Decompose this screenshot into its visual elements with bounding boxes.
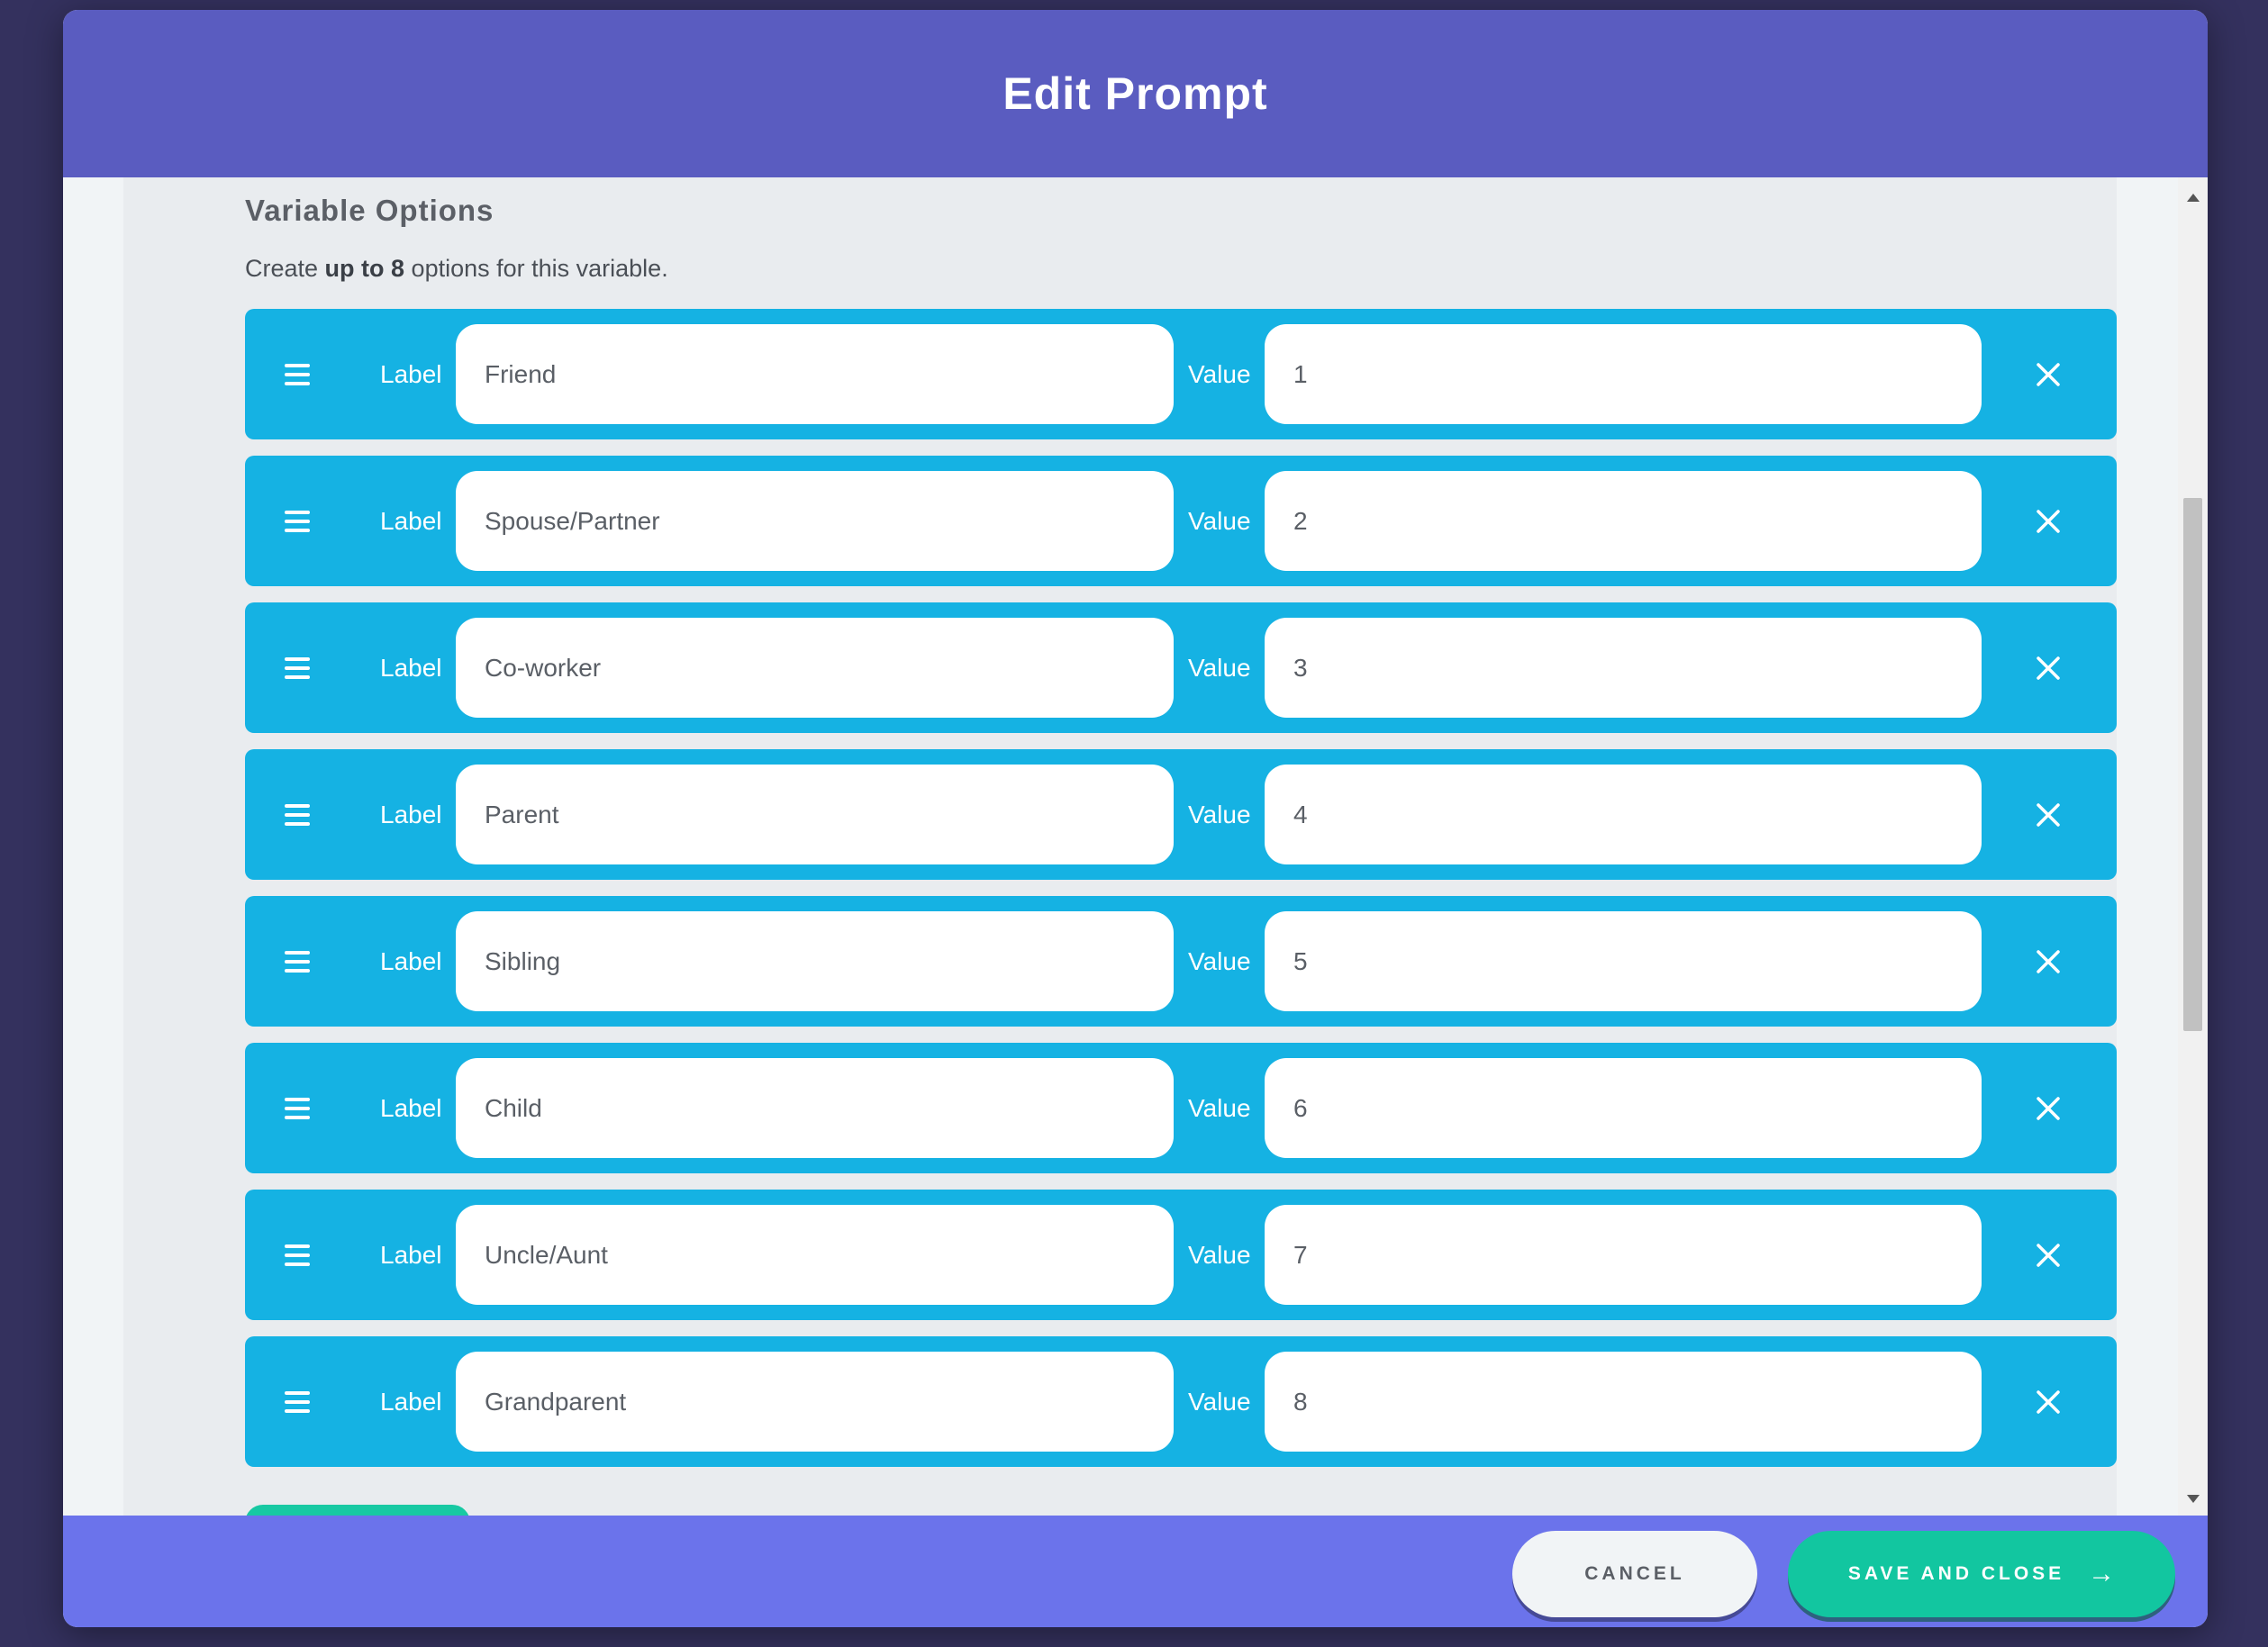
drag-handle-icon[interactable]	[285, 1097, 310, 1119]
option-value-input[interactable]	[1265, 324, 1982, 424]
option-value-input[interactable]	[1265, 1352, 1982, 1452]
scroll-up-icon[interactable]	[2187, 194, 2200, 202]
label-caption: Label	[380, 946, 442, 975]
close-icon	[2037, 802, 2060, 827]
remove-option-button[interactable]	[2028, 942, 2068, 982]
option-value-input[interactable]	[1265, 911, 1982, 1011]
modal-body[interactable]: Variable Options Create up to 8 options …	[63, 177, 2208, 1516]
cancel-button[interactable]: CANCEL	[1512, 1531, 1757, 1617]
cancel-button-label: CANCEL	[1584, 1563, 1685, 1584]
save-and-close-button[interactable]: SAVE AND CLOSE →	[1788, 1531, 2175, 1617]
value-caption: Value	[1188, 359, 1251, 388]
modal-title: Edit Prompt	[1002, 68, 1268, 119]
remove-option-button[interactable]	[2028, 1235, 2068, 1275]
remove-option-button[interactable]	[2028, 355, 2068, 394]
section-description-suffix: options for this variable.	[404, 255, 668, 282]
value-caption: Value	[1188, 800, 1251, 828]
value-caption: Value	[1188, 1240, 1251, 1269]
label-caption: Label	[380, 653, 442, 682]
save-button-label: SAVE AND CLOSE	[1847, 1563, 2065, 1584]
value-caption: Value	[1188, 506, 1251, 535]
edit-prompt-modal: Edit Prompt Variable Options Create up t…	[63, 10, 2208, 1627]
section-description: Create up to 8 options for this variable…	[245, 255, 668, 283]
label-caption: Label	[380, 1093, 442, 1122]
value-caption: Value	[1188, 1093, 1251, 1122]
modal-footer: CANCEL SAVE AND CLOSE →	[63, 1516, 2208, 1627]
section-title: Variable Options	[245, 194, 494, 227]
close-icon	[2037, 362, 2060, 386]
value-caption: Value	[1188, 1387, 1251, 1416]
section-description-prefix: Create	[245, 255, 325, 282]
drag-handle-icon[interactable]	[285, 363, 310, 385]
close-icon	[2037, 1096, 2060, 1120]
body-scrollbar[interactable]	[2178, 177, 2208, 1516]
scroll-down-icon[interactable]	[2187, 1495, 2200, 1503]
close-icon	[2037, 1243, 2060, 1267]
drag-handle-icon[interactable]	[285, 656, 310, 679]
remove-option-button[interactable]	[2028, 1089, 2068, 1128]
option-label-input[interactable]	[456, 618, 1174, 718]
option-label-input[interactable]	[456, 1352, 1174, 1452]
option-label-input[interactable]	[456, 471, 1174, 571]
variable-options-panel: Variable Options Create up to 8 options …	[123, 177, 2117, 1516]
label-caption: Label	[380, 1240, 442, 1269]
modal-header: Edit Prompt	[63, 10, 2208, 177]
option-row: Label Value	[245, 309, 2117, 439]
add-option-button[interactable]	[245, 1505, 470, 1516]
drag-handle-icon[interactable]	[285, 510, 310, 532]
option-row: Label Value	[245, 1336, 2117, 1467]
label-caption: Label	[380, 1387, 442, 1416]
option-label-input[interactable]	[456, 1058, 1174, 1158]
remove-option-button[interactable]	[2028, 795, 2068, 835]
option-value-input[interactable]	[1265, 471, 1982, 571]
close-icon	[2037, 1389, 2060, 1414]
remove-option-button[interactable]	[2028, 502, 2068, 541]
remove-option-button[interactable]	[2028, 648, 2068, 688]
drag-handle-icon[interactable]	[285, 950, 310, 973]
label-caption: Label	[380, 359, 442, 388]
remove-option-button[interactable]	[2028, 1382, 2068, 1422]
option-row: Label Value	[245, 896, 2117, 1027]
option-label-input[interactable]	[456, 324, 1174, 424]
option-value-input[interactable]	[1265, 765, 1982, 864]
arrow-right-icon: →	[2088, 1559, 2116, 1588]
value-caption: Value	[1188, 946, 1251, 975]
close-icon	[2037, 509, 2060, 533]
option-label-input[interactable]	[456, 765, 1174, 864]
scrollbar-thumb[interactable]	[2183, 498, 2202, 1031]
drag-handle-icon[interactable]	[285, 803, 310, 826]
value-caption: Value	[1188, 653, 1251, 682]
option-label-input[interactable]	[456, 1205, 1174, 1305]
options-list: Label Value Label Value	[245, 309, 2117, 1483]
close-icon	[2037, 949, 2060, 973]
option-value-input[interactable]	[1265, 618, 1982, 718]
drag-handle-icon[interactable]	[285, 1390, 310, 1413]
option-label-input[interactable]	[456, 911, 1174, 1011]
option-row: Label Value	[245, 456, 2117, 586]
option-row: Label Value	[245, 602, 2117, 733]
option-row: Label Value	[245, 1043, 2117, 1173]
section-description-bold: up to 8	[324, 255, 405, 282]
option-row: Label Value	[245, 1190, 2117, 1320]
label-caption: Label	[380, 506, 442, 535]
close-icon	[2037, 656, 2060, 680]
option-value-input[interactable]	[1265, 1058, 1982, 1158]
label-caption: Label	[380, 800, 442, 828]
option-row: Label Value	[245, 749, 2117, 880]
option-value-input[interactable]	[1265, 1205, 1982, 1305]
drag-handle-icon[interactable]	[285, 1244, 310, 1266]
